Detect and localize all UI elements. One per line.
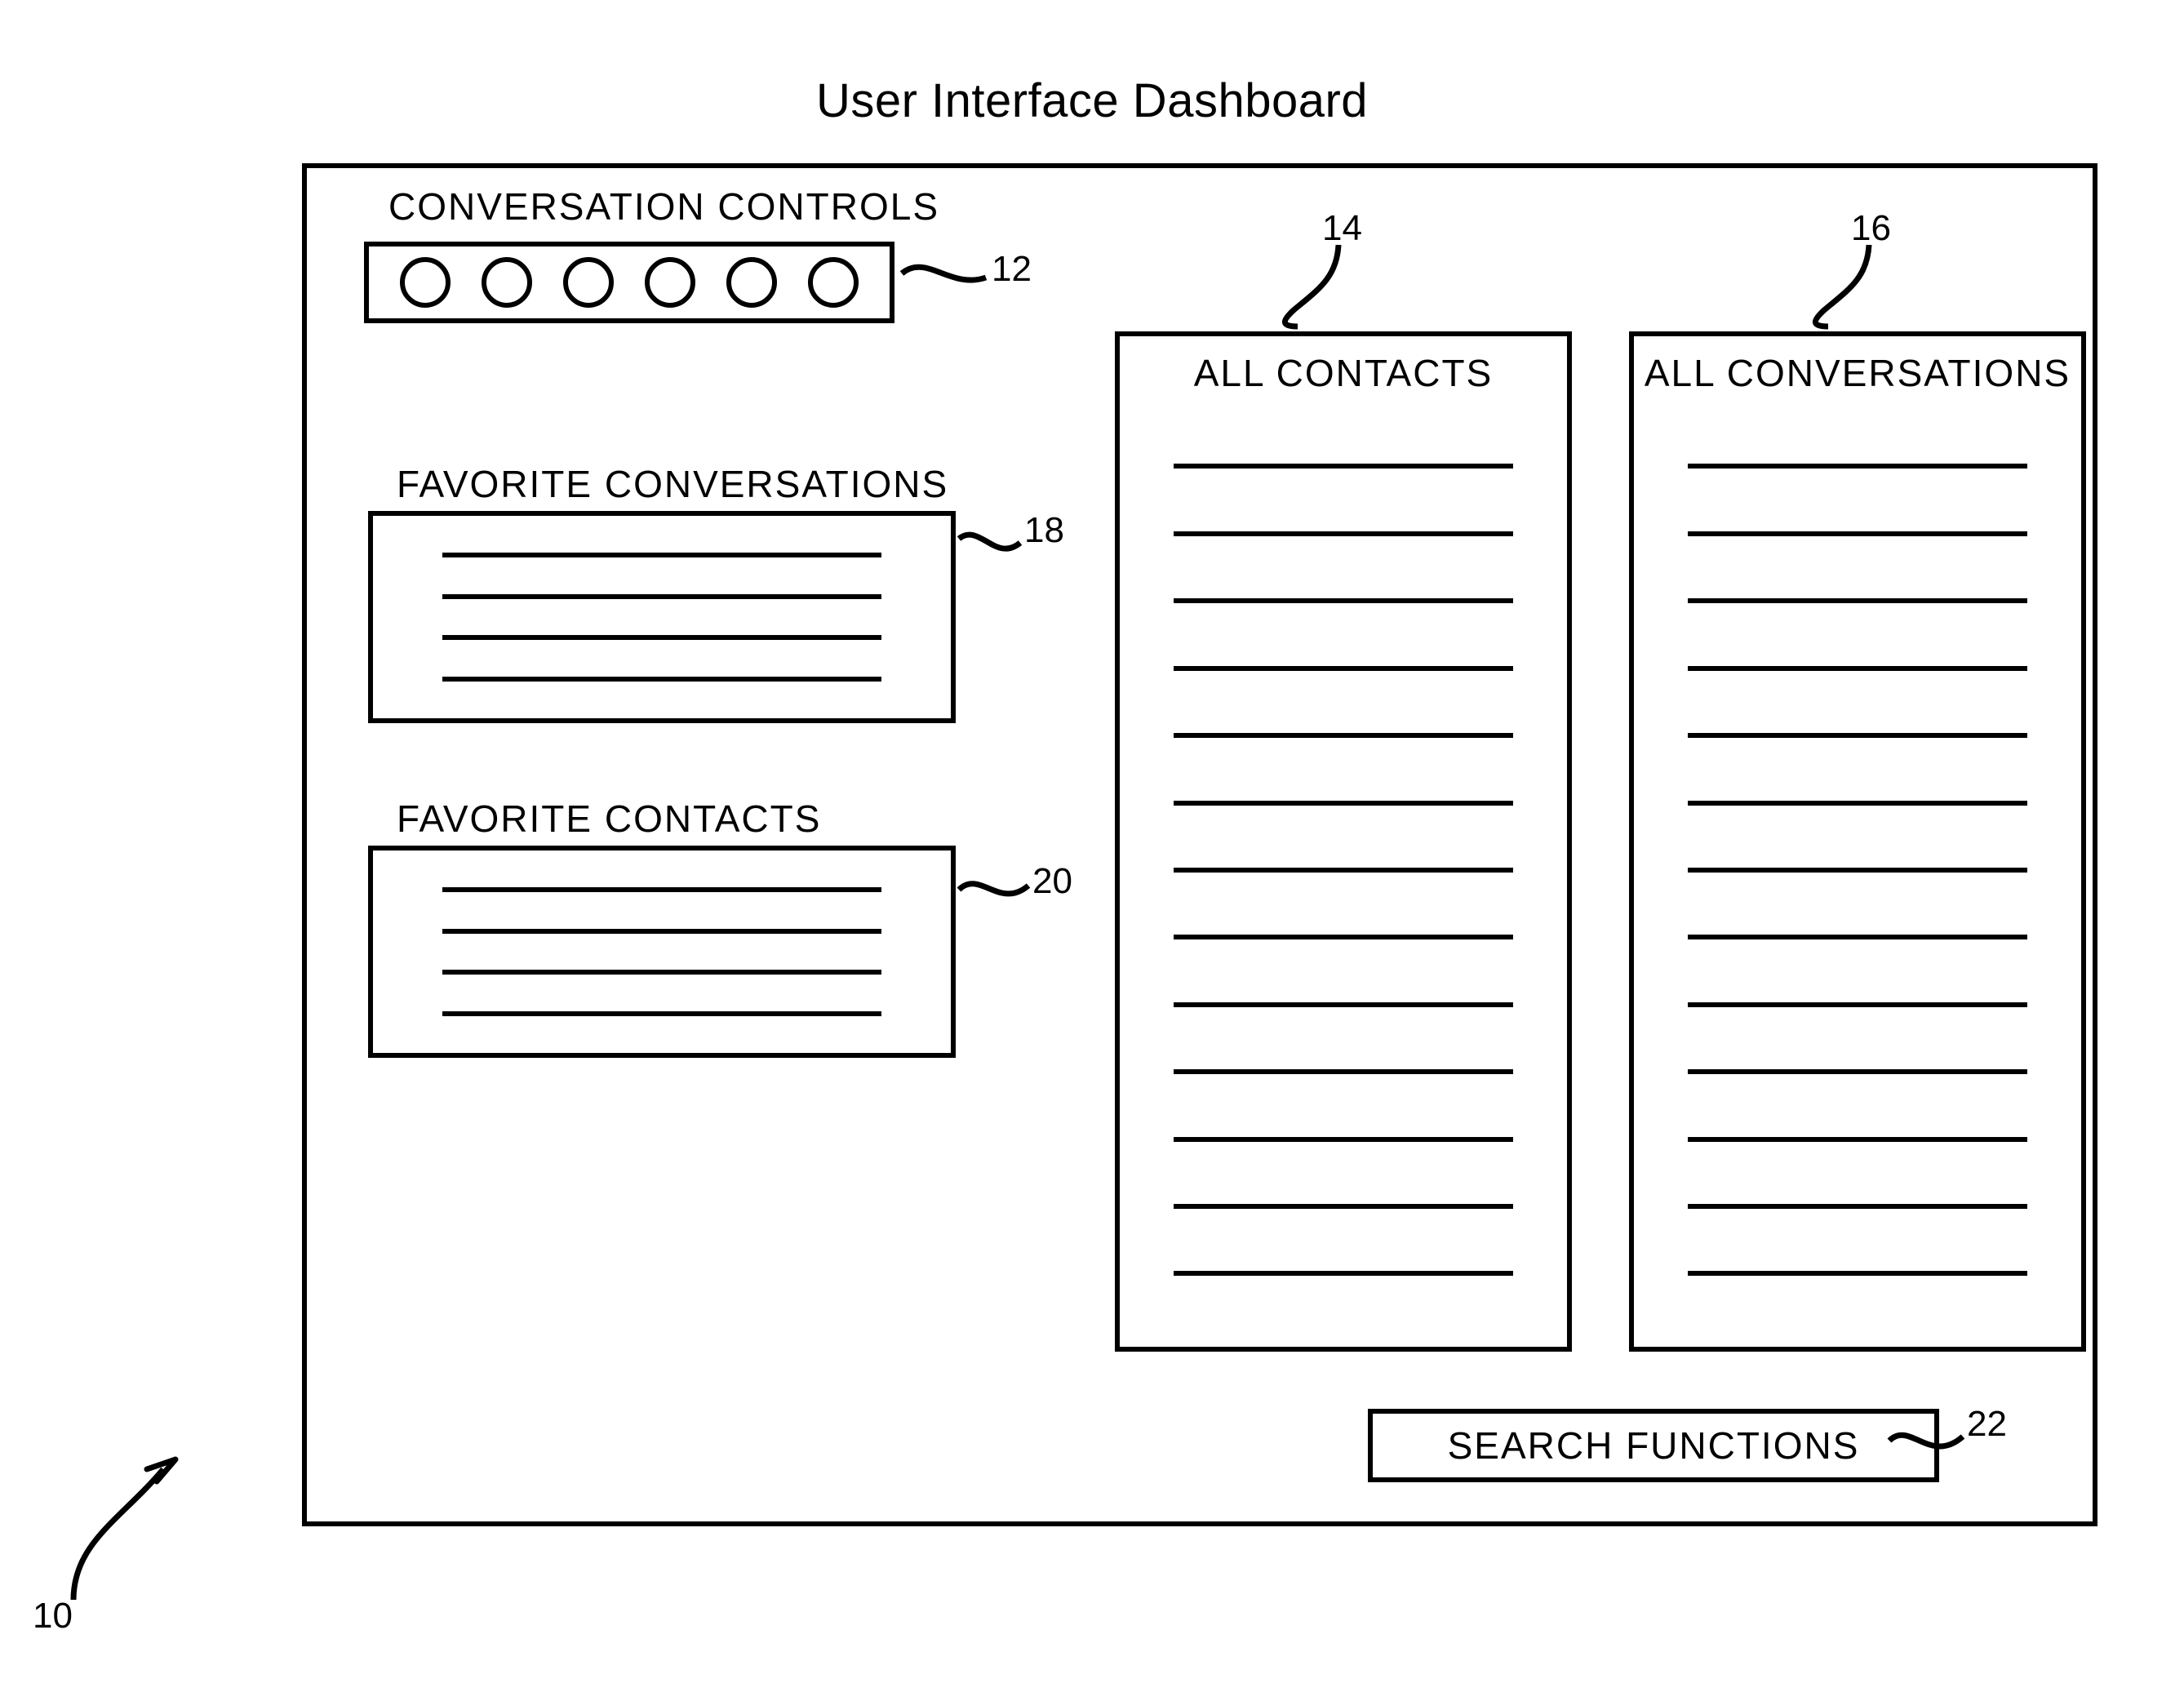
list-item	[442, 970, 881, 975]
list-item	[1174, 733, 1513, 738]
ref-all-contacts: 14	[1322, 208, 1362, 249]
control-button[interactable]	[726, 257, 777, 308]
list-item	[1174, 464, 1513, 469]
search-functions-panel[interactable]: SEARCH FUNCTIONS	[1368, 1409, 1939, 1482]
conversation-controls-label: CONVERSATION CONTROLS	[388, 184, 939, 229]
list-item	[442, 635, 881, 640]
favorite-conversations-panel	[368, 511, 956, 723]
list-item	[1174, 598, 1513, 603]
list-item	[1688, 666, 2027, 671]
search-functions-label: SEARCH FUNCTIONS	[1448, 1423, 1860, 1468]
page-title: User Interface Dashboard	[0, 73, 2184, 128]
lead-line-all-conversations	[1804, 245, 1934, 335]
list-item	[442, 553, 881, 557]
list-item	[1688, 1137, 2027, 1142]
list-item	[1688, 1069, 2027, 1074]
favorite-contacts-label: FAVORITE CONTACTS	[397, 797, 821, 841]
list-item	[1174, 666, 1513, 671]
control-button[interactable]	[808, 257, 859, 308]
list-item	[1174, 531, 1513, 536]
list-item	[1174, 1204, 1513, 1209]
list-item	[442, 1011, 881, 1016]
list-item	[1688, 1204, 2027, 1209]
list-item	[1688, 801, 2027, 806]
control-button[interactable]	[400, 257, 451, 308]
list-item	[1688, 1271, 2027, 1276]
list-item	[1174, 1069, 1513, 1074]
list-item	[1688, 868, 2027, 873]
list-item	[442, 677, 881, 682]
control-button[interactable]	[482, 257, 532, 308]
lead-line-frame	[49, 1437, 229, 1616]
ref-all-conversations: 16	[1851, 208, 1891, 249]
list-item	[1174, 868, 1513, 873]
list-item	[1688, 598, 2027, 603]
favorite-contacts-panel	[368, 846, 956, 1058]
list-item	[1174, 1137, 1513, 1142]
list-item	[1688, 531, 2027, 536]
ref-controls: 12	[992, 249, 1032, 290]
conversation-controls-panel	[364, 242, 894, 323]
lead-line-search	[1885, 1420, 1975, 1477]
all-contacts-label: ALL CONTACTS	[1120, 351, 1567, 395]
all-conversations-panel: ALL CONVERSATIONS	[1629, 331, 2086, 1352]
control-button[interactable]	[563, 257, 614, 308]
list-item	[1174, 1002, 1513, 1007]
list-item	[1174, 1271, 1513, 1276]
dashboard-frame: CONVERSATION CONTROLS FAVORITE CONVERSAT…	[302, 163, 2097, 1526]
list-item	[442, 887, 881, 892]
lead-line-controls	[898, 245, 996, 326]
lead-line-fav-contacts	[955, 865, 1045, 922]
list-item	[1174, 801, 1513, 806]
list-item	[1688, 733, 2027, 738]
all-contacts-panel: ALL CONTACTS	[1115, 331, 1572, 1352]
list-item	[1688, 1002, 2027, 1007]
list-item	[1688, 935, 2027, 939]
lead-line-all-contacts	[1273, 245, 1404, 335]
all-conversations-label: ALL CONVERSATIONS	[1634, 351, 2081, 395]
list-item	[442, 594, 881, 599]
list-item	[1688, 464, 2027, 469]
control-button[interactable]	[645, 257, 695, 308]
favorite-conversations-label: FAVORITE CONVERSATIONS	[397, 462, 948, 506]
lead-line-fav-conversations	[955, 522, 1037, 580]
list-item	[1174, 935, 1513, 939]
list-item	[442, 929, 881, 934]
